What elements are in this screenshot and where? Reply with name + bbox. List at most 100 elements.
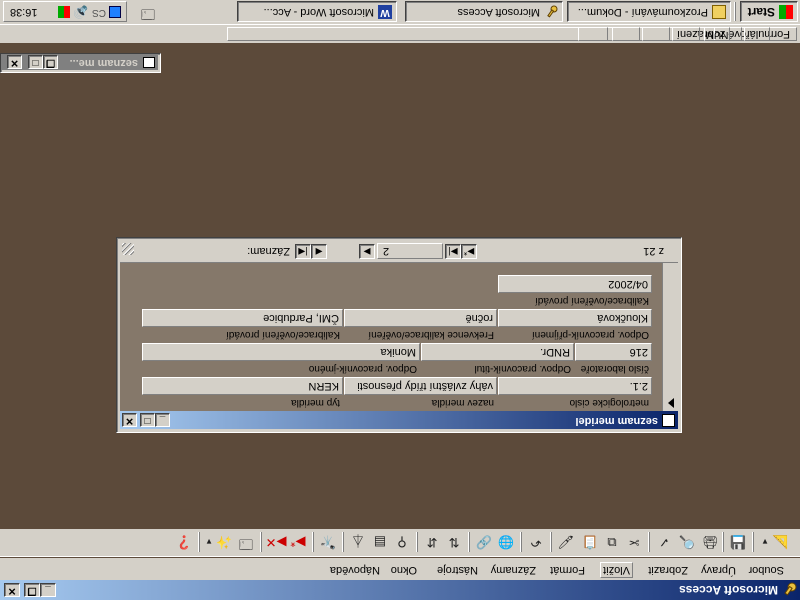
undo-icon[interactable]: ↶ — [526, 532, 546, 552]
print-icon[interactable]: 🖨 — [700, 532, 720, 552]
language-indicator[interactable]: CS — [92, 7, 106, 18]
network-icon[interactable] — [109, 6, 121, 18]
menu-soubor[interactable]: Soubor — [749, 564, 784, 576]
taskbar: Start Microsoft Access W Microsoft Word … — [0, 0, 800, 25]
status-panel — [672, 27, 700, 41]
cut-icon[interactable]: ✂ — [624, 532, 644, 552]
filter-by-selection-icon[interactable]: ⚲ — [392, 532, 412, 552]
minimized-close-button[interactable]: ✕ — [7, 55, 22, 69]
menu-nastroje[interactable]: Nástroje — [437, 564, 478, 576]
chevron-down-icon[interactable]: ▼ — [204, 532, 214, 552]
menu-zaznamy[interactable]: Záznamy — [491, 564, 536, 576]
web-icon[interactable]: 🌐 — [496, 532, 516, 552]
form-title-bar[interactable]: seznam meridel _ □ ✕ — [120, 411, 678, 429]
menu-upravy[interactable]: Úpravy — [701, 564, 736, 576]
form-window: seznam meridel _ □ ✕ metrologicke cislo … — [116, 237, 682, 433]
label-provadi: Kalibrace/ověření provádí — [142, 326, 343, 341]
next-record-button[interactable]: ▶ — [359, 244, 375, 259]
paste-icon[interactable]: 📋 — [580, 532, 600, 552]
toolbar-separator — [312, 532, 314, 552]
clock[interactable]: 16:38 — [10, 6, 38, 18]
form-maximize-button[interactable]: □ — [140, 413, 155, 427]
menu-zobrazit[interactable]: Zobrazit — [648, 564, 688, 576]
sort-descending-icon[interactable]: ⇵ — [422, 532, 442, 552]
taskbar-separator — [734, 2, 736, 21]
prev-record-button[interactable]: ◀ — [311, 244, 327, 259]
new-record-nav-button[interactable]: ▶* — [461, 244, 477, 259]
status-panel — [612, 27, 640, 41]
field-cislo-laboratore[interactable]: 216 — [575, 343, 652, 361]
minimized-title: seznam me... — [69, 57, 138, 69]
task-microsoft-word[interactable]: W Microsoft Word - Acc... — [237, 1, 397, 22]
record-of-count: z 21 — [643, 245, 664, 257]
access-title-bar[interactable]: Microsoft Access _ ❐ ✕ — [0, 580, 800, 600]
last-record-button[interactable]: ▶| — [445, 244, 461, 259]
access-title: Microsoft Access — [679, 583, 778, 597]
new-object-icon[interactable]: ✨ — [214, 532, 234, 552]
start-button[interactable]: Start — [740, 1, 798, 22]
task-label: Prozkoumávání - Dokum... — [577, 6, 708, 18]
field-provadi[interactable]: ČMI, Pardubice — [142, 309, 343, 327]
apply-filter-icon[interactable]: ⏃ — [348, 532, 368, 552]
field-odpov-prijmeni[interactable]: Kloučková — [498, 309, 652, 327]
toolbar-separator — [198, 532, 200, 552]
minimize-button[interactable]: _ — [40, 583, 56, 597]
print-preview-icon[interactable]: 🔍 — [677, 532, 697, 552]
task-microsoft-access[interactable]: Microsoft Access — [405, 1, 563, 22]
task-explorer[interactable]: Prozkoumávání - Dokum... — [567, 1, 731, 22]
field-metrologicke-cislo[interactable]: 2.1. — [498, 377, 652, 395]
restore-button[interactable]: ❐ — [24, 583, 40, 597]
label-odpov-titul: Odpov. pracovník-titul — [421, 360, 574, 375]
format-painter-icon[interactable]: 🖌 — [556, 532, 576, 552]
view-icon[interactable]: 📐 — [770, 532, 790, 552]
label-nazev-meridla: nazev meridla — [344, 394, 497, 409]
resize-grip[interactable] — [122, 243, 134, 255]
first-record-button[interactable]: |◀ — [295, 244, 311, 259]
hyperlink-icon[interactable]: 🔗 — [474, 532, 494, 552]
status-panel — [578, 27, 608, 41]
filter-by-form-icon[interactable]: ▤ — [370, 532, 390, 552]
field-odpov-titul[interactable]: RNDr. — [421, 343, 574, 361]
screen: Microsoft Access _ ❐ ✕ Soubor Úpravy Zob… — [0, 0, 800, 600]
minimized-title-bar[interactable]: seznam me... ❐ □ ✕ — [1, 54, 158, 70]
start-label: Start — [747, 5, 775, 19]
field-odpov-jmeno[interactable]: Monika — [142, 343, 420, 361]
access-key-icon — [547, 5, 558, 18]
find-icon[interactable]: 🔭 — [318, 532, 338, 552]
minimized-window[interactable]: seznam me... ❐ □ ✕ — [0, 53, 161, 73]
form-minimize-button[interactable]: _ — [155, 413, 170, 427]
minimized-maximize-button[interactable]: □ — [28, 55, 43, 69]
menu-vlozit[interactable]: Vložit — [600, 562, 633, 578]
status-bar: Formulářové zobrazení NUM — [0, 25, 800, 43]
field-frekvence[interactable]: ročně — [344, 309, 497, 327]
close-button[interactable]: ✕ — [4, 583, 20, 597]
database-window-icon[interactable]: 🗔 — [236, 532, 256, 552]
field-provedeni[interactable]: 04/2002 — [498, 275, 652, 293]
chevron-down-icon[interactable]: ▼ — [760, 532, 770, 552]
field-typ-meridla[interactable]: KERN — [142, 377, 343, 395]
windows-update-icon[interactable] — [58, 6, 70, 18]
status-panel — [642, 27, 670, 41]
label-metrologicke-cislo: metrologicke cislo — [498, 394, 652, 409]
current-record-input[interactable]: 2 — [377, 243, 443, 259]
menu-format[interactable]: Formát — [550, 564, 585, 576]
help-icon[interactable]: ❓ — [174, 532, 194, 552]
save-icon[interactable]: 💾 — [728, 532, 748, 552]
field-nazev-meridla[interactable]: váhy zvláštní třídy přesnosti — [344, 377, 497, 395]
minimized-restore-button[interactable]: ❐ — [43, 55, 58, 69]
volume-icon[interactable]: 🔊 — [73, 5, 88, 19]
menu-napoveda[interactable]: Nápověda — [330, 564, 380, 576]
spelling-icon[interactable]: ✓ — [654, 532, 674, 552]
toolbar-separator — [550, 532, 552, 552]
form-close-button[interactable]: ✕ — [122, 413, 137, 427]
toolbar-separator — [416, 532, 418, 552]
menu-okno[interactable]: Okno — [391, 564, 417, 576]
toolbar-separator — [342, 532, 344, 552]
copy-icon[interactable]: ⧉ — [602, 532, 622, 552]
form-detail-section: metrologicke cislo 2.1. nazev meridla vá… — [120, 263, 678, 411]
quick-launch-icon[interactable]: 🗔 — [138, 2, 158, 22]
sort-ascending-icon[interactable]: ⇅ — [444, 532, 464, 552]
delete-record-icon[interactable]: ▶✕ — [266, 532, 287, 552]
record-selector[interactable] — [662, 263, 678, 411]
new-record-icon[interactable]: ▶* — [288, 532, 308, 552]
